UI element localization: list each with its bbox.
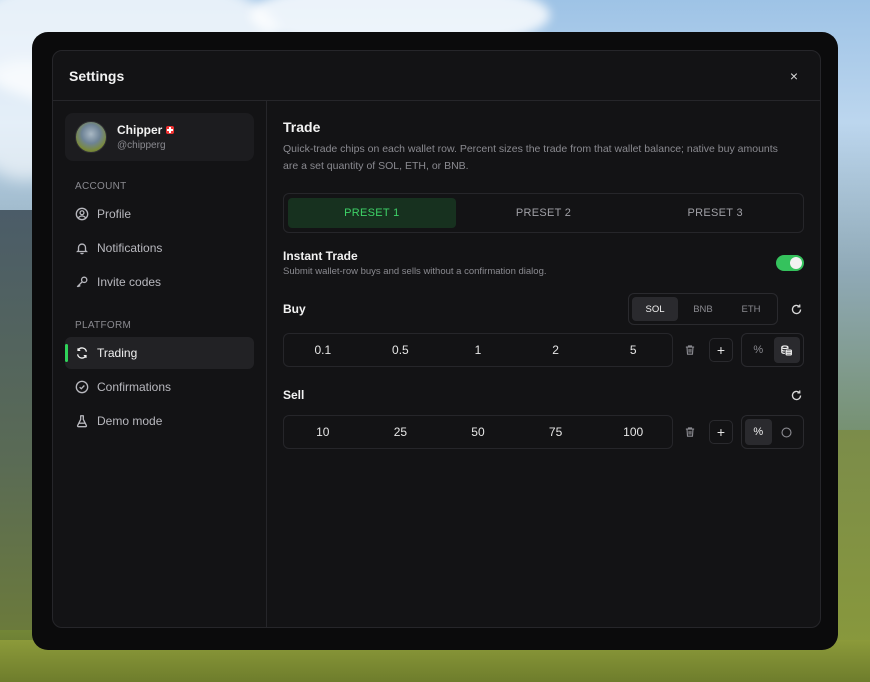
buy-chip-input[interactable]: 0.5 [362,343,440,357]
flask-icon [75,414,89,428]
sidebar-item-label: Invite codes [97,275,162,289]
close-icon: × [789,67,799,84]
sell-mode-selector: % [741,415,804,449]
plus-icon: + [716,424,726,440]
modal-header: Settings × [53,51,820,101]
instant-trade-row: Instant Trade Submit wallet-row buys and… [283,249,804,277]
instant-trade-toggle[interactable] [776,255,804,271]
sell-chip-input[interactable]: 25 [362,425,440,439]
buy-chip-input[interactable]: 1 [439,343,517,357]
trash-icon [685,427,695,437]
section-label-platform: PLATFORM [75,320,132,331]
currency-eth-button[interactable]: ETH [728,297,774,321]
buy-chip-input[interactable]: 5 [594,343,672,357]
sidebar-item-label: Trading [97,346,138,360]
close-button[interactable]: × [784,66,804,86]
sell-add-button[interactable]: + [709,420,733,444]
reset-icon [791,389,801,400]
buy-add-button[interactable]: + [709,338,733,362]
tab-preset-1[interactable]: PRESET 1 [288,198,456,228]
sidebar-item-demo-mode[interactable]: Demo mode [65,405,254,437]
buy-mode-percent-button[interactable]: % [745,337,772,363]
sidebar-item-confirmations[interactable]: Confirmations [65,371,254,403]
user-card[interactable]: Chipper @chipperg [65,113,254,161]
sidebar-item-invite-codes[interactable]: Invite codes [65,266,254,298]
buy-chips: 0.1 0.5 1 2 5 [283,333,673,367]
user-circle-icon [75,207,89,221]
sidebar-item-label: Notifications [97,241,163,255]
plus-icon: + [716,342,726,358]
sell-delete-button[interactable] [683,425,697,439]
buy-mode-native-button[interactable] [773,337,800,363]
bell-icon [75,241,89,255]
page-title: Trade [283,119,321,135]
currency-selector: SOL BNB ETH [628,293,778,325]
tab-preset-3[interactable]: PRESET 3 [631,198,799,228]
buy-label: Buy [283,302,306,316]
check-circle-icon [75,380,89,394]
buy-reset-button[interactable] [788,301,804,317]
buy-delete-button[interactable] [683,343,697,357]
buy-header: Buy SOL BNB ETH [283,293,804,325]
sidebar-item-label: Profile [97,207,132,221]
sidebar-item-profile[interactable]: Profile [65,198,254,230]
modal-title: Settings [69,67,125,84]
sell-mode-percent-button[interactable]: % [745,419,772,445]
section-label-account: ACCOUNT [75,181,127,192]
sell-chip-input[interactable]: 50 [439,425,517,439]
sell-chip-input[interactable]: 100 [594,425,672,439]
sell-label: Sell [283,388,305,402]
sell-reset-button[interactable] [788,387,804,403]
currency-sol-button[interactable]: SOL [632,297,678,321]
sell-chip-input[interactable]: 10 [284,425,362,439]
preset-tabs: PRESET 1 PRESET 2 PRESET 3 [283,193,804,233]
sell-mode-native-button[interactable] [774,419,801,445]
sidebar-item-notifications[interactable]: Notifications [65,232,254,264]
user-handle: @chipperg [117,140,166,151]
currency-bnb-button[interactable]: BNB [680,297,726,321]
reset-icon [791,303,801,314]
page-description: Quick-trade chips on each wallet row. Pe… [283,143,778,172]
refresh-arrows-icon [75,346,89,360]
sell-header: Sell [283,383,804,407]
avatar [75,121,107,153]
tab-preset-2[interactable]: PRESET 2 [460,198,628,228]
sell-chip-input[interactable]: 75 [517,425,595,439]
buy-chip-input[interactable]: 2 [517,343,595,357]
sidebar: Chipper @chipperg ACCOUNT Profile Notifi… [53,101,267,627]
sidebar-item-trading[interactable]: Trading [65,337,254,369]
swiss-flag-icon [166,126,175,134]
key-icon [75,275,89,289]
sidebar-item-label: Demo mode [97,414,163,428]
instant-trade-description: Submit wallet-row buys and sells without… [283,266,547,277]
settings-modal: Settings × Chipper @chipperg ACCOUNT Pro… [52,50,821,628]
buy-mode-selector: % [741,333,804,367]
coins-stack-icon [781,344,793,356]
sell-chips: 10 25 50 75 100 [283,415,673,449]
sell-chip-row: 10 25 50 75 100 + % [283,415,804,449]
circle-icon [781,426,792,438]
sidebar-item-label: Confirmations [97,380,172,394]
buy-chip-row: 0.1 0.5 1 2 5 + % [283,333,804,367]
buy-chip-input[interactable]: 0.1 [284,343,362,357]
trade-settings-panel: Trade Quick-trade chips on each wallet r… [267,101,820,627]
trash-icon [685,345,695,355]
instant-trade-title: Instant Trade [283,249,358,263]
user-name: Chipper [117,123,163,137]
